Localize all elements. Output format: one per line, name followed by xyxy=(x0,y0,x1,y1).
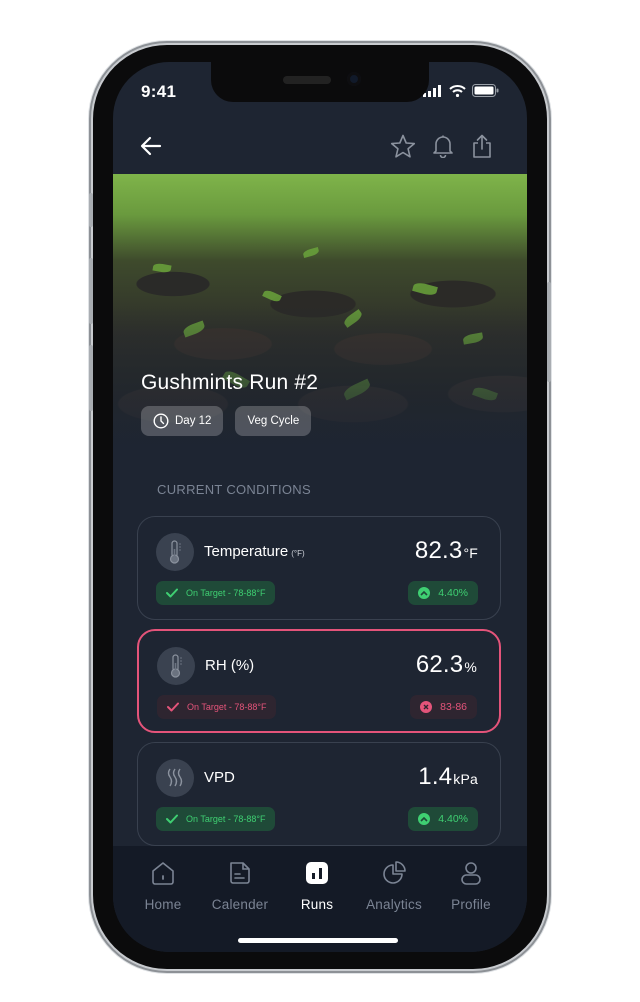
pie-chart-icon xyxy=(383,861,406,884)
cycle-chip-label: Veg Cycle xyxy=(247,415,300,427)
condition-name-unit: (°F) xyxy=(291,549,305,558)
condition-name: Temperature xyxy=(204,543,289,560)
volume-up-button xyxy=(89,258,93,324)
tab-label: Analytics xyxy=(366,897,422,912)
tab-profile[interactable]: Profile xyxy=(431,860,511,912)
arrow-up-circle-icon xyxy=(418,813,431,825)
tab-runs[interactable]: Runs xyxy=(277,860,357,912)
favorite-button[interactable] xyxy=(388,130,418,162)
condition-unit: kPa xyxy=(453,771,478,787)
x-circle-icon xyxy=(420,701,433,713)
tab-label: Runs xyxy=(300,897,334,912)
wifi-icon xyxy=(449,84,466,97)
target-status-label: On Target - 78-88°F xyxy=(187,702,267,712)
checkmark-icon xyxy=(166,588,178,598)
day-chip-label: Day 12 xyxy=(175,415,212,427)
share-icon xyxy=(473,134,491,158)
front-camera xyxy=(347,72,361,86)
run-chips: Day 12 Veg Cycle xyxy=(141,406,312,436)
tab-analytics[interactable]: Analytics xyxy=(354,860,434,912)
condition-value: 82.3 xyxy=(414,537,463,564)
range-value: 83-86 xyxy=(440,701,467,713)
battery-icon xyxy=(472,84,499,97)
condition-card-temperature[interactable]: Temperature (°F) 82.3°F On Target - 78-88… xyxy=(137,516,501,620)
notch xyxy=(211,62,429,102)
section-heading: CURRENT CONDITIONS xyxy=(157,482,311,497)
target-status-badge: On Target - 78-88°F xyxy=(156,807,276,831)
speaker xyxy=(283,76,331,84)
condition-name: VPD xyxy=(204,769,235,786)
share-button[interactable] xyxy=(467,130,497,162)
bell-icon xyxy=(433,135,453,158)
bar-chart-icon xyxy=(306,862,328,884)
app-screen: 9:41 Gushmints Run #2 Day 12 Veg Cycle C… xyxy=(113,62,527,952)
status-time: 9:41 xyxy=(141,82,177,101)
checkmark-icon xyxy=(167,702,179,712)
condition-card-vpd[interactable]: VPD 1.4kPa On Target - 78-88°F 4.40% xyxy=(137,742,501,846)
condition-value: 1.4 xyxy=(418,763,453,790)
thermometer-icon xyxy=(170,654,182,678)
mute-switch xyxy=(89,193,93,227)
arrow-up-circle-icon xyxy=(418,587,431,599)
power-button xyxy=(547,282,551,382)
target-status-label: On Target - 78-88°F xyxy=(186,588,266,598)
hero-banner: Gushmints Run #2 Day 12 Veg Cycle xyxy=(113,174,527,464)
thermometer-icon xyxy=(169,540,181,564)
clock-icon xyxy=(153,413,169,429)
delta-value: 4.40% xyxy=(438,813,468,825)
delta-badge: 4.40% xyxy=(408,581,478,605)
user-icon xyxy=(461,862,481,885)
target-status-badge: On Target - 78-88°F xyxy=(156,581,276,605)
condition-unit: °F xyxy=(463,545,478,561)
target-status-label: On Target - 78-88°F xyxy=(186,814,266,824)
tab-calender[interactable]: Calender xyxy=(200,860,280,912)
tab-label: Calender xyxy=(211,897,269,912)
target-status-badge: On Target - 78-88°F xyxy=(157,695,277,719)
back-button[interactable] xyxy=(135,130,167,162)
tab-label: Profile xyxy=(451,897,491,912)
range-alert-badge: 83-86 xyxy=(410,695,477,719)
day-chip: Day 12 xyxy=(141,406,224,436)
arrow-left-icon xyxy=(140,136,162,156)
calendar-note-icon xyxy=(230,862,250,884)
condition-card-rh[interactable]: RH (%) 62.3% On Target - 78-88°F 83-86 xyxy=(137,629,501,733)
top-nav xyxy=(113,124,527,172)
home-icon xyxy=(152,862,174,885)
star-icon xyxy=(390,134,416,158)
delta-badge: 4.40% xyxy=(408,807,478,831)
notifications-button[interactable] xyxy=(428,130,458,162)
run-title: Gushmints Run #2 xyxy=(141,371,319,394)
home-indicator[interactable] xyxy=(238,938,398,943)
cycle-chip: Veg Cycle xyxy=(235,406,312,436)
condition-unit: % xyxy=(464,659,477,675)
checkmark-icon xyxy=(166,814,178,824)
heat-waves-icon xyxy=(167,768,183,787)
delta-value: 4.40% xyxy=(438,587,468,599)
condition-value: 62.3 xyxy=(415,651,464,678)
condition-name: RH (%) xyxy=(205,657,255,674)
bottom-tab-bar: Home Calender Runs Analytics Profile xyxy=(113,846,527,952)
volume-down-button xyxy=(89,345,93,411)
tab-label: Home xyxy=(144,897,182,912)
tab-home[interactable]: Home xyxy=(123,860,203,912)
